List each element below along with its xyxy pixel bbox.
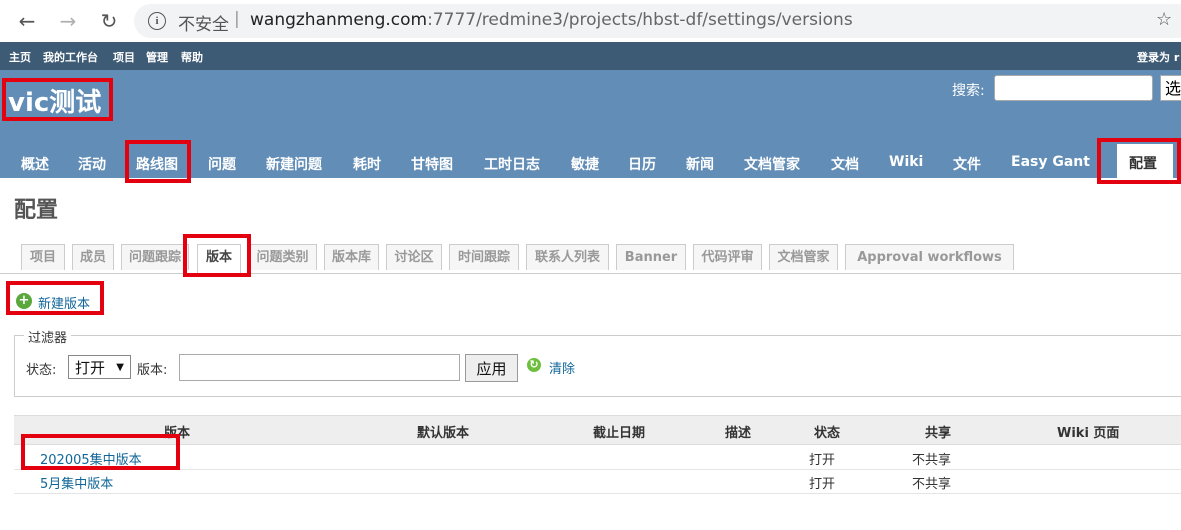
reload-icon[interactable]: ↻ xyxy=(96,8,122,34)
top-menu-help[interactable]: 帮助 xyxy=(181,49,203,65)
info-icon[interactable]: i xyxy=(148,12,166,30)
tab-calendar[interactable]: 日历 xyxy=(628,154,656,174)
tab-doc-manager[interactable]: 文档管家 xyxy=(744,154,800,174)
tab-new-issue[interactable]: 新建问题 xyxy=(266,154,322,174)
version-status: 打开 xyxy=(809,477,836,492)
status-filter-value: 打开 xyxy=(75,359,106,377)
column-sharing[interactable]: 共享 xyxy=(925,422,951,441)
settings-tabs: 项目 成员 问题跟踪 版本 问题类别 版本库 讨论区 时间跟踪 联系人列表 Ba… xyxy=(0,243,1181,274)
apply-button[interactable]: 应用 xyxy=(465,354,518,382)
column-status[interactable]: 状态 xyxy=(814,422,840,441)
settings-tab-approval-workflows[interactable]: Approval workflows xyxy=(845,244,1014,270)
forward-arrow-icon[interactable]: → xyxy=(55,8,81,34)
tab-issues[interactable]: 问题 xyxy=(208,154,236,174)
security-label: 不安全 xyxy=(178,15,229,35)
column-wiki-page[interactable]: Wiki 页面 xyxy=(1057,422,1119,441)
top-menu-projects[interactable]: 项目 xyxy=(113,49,135,65)
version-sharing: 不共享 xyxy=(912,453,952,468)
tab-files[interactable]: 文件 xyxy=(953,154,981,174)
tab-wiki[interactable]: Wiki xyxy=(889,154,923,170)
browser-toolbar: ← → ↻ i 不安全 | wangzhanmeng.com:7777/redm… xyxy=(0,0,1181,43)
url-text[interactable]: wangzhanmeng.com:7777/redmine3/projects/… xyxy=(250,10,853,30)
highlight-version-row xyxy=(21,434,180,470)
tab-documents[interactable]: 文档 xyxy=(831,154,859,174)
column-description[interactable]: 描述 xyxy=(725,422,751,441)
settings-tab-banner[interactable]: Banner xyxy=(616,244,686,270)
table-row: 5月集中版本 打开 不共享 xyxy=(14,469,1181,494)
version-filter-label: 版本: xyxy=(137,363,168,378)
version-link[interactable]: 5月集中版本 xyxy=(40,473,113,492)
search-scope-select[interactable]: 选 xyxy=(1160,75,1181,101)
settings-tab-time-tracking[interactable]: 时间跟踪 xyxy=(449,244,519,270)
table-header: 版本 默认版本 截止日期 描述 状态 共享 Wiki 页面 xyxy=(14,415,1181,445)
settings-tab-code-review[interactable]: 代码评审 xyxy=(693,244,762,270)
version-filter-input[interactable] xyxy=(179,354,460,381)
back-arrow-icon[interactable]: ← xyxy=(14,8,40,34)
url-separator: | xyxy=(234,9,240,29)
settings-tab-project[interactable]: 项目 xyxy=(21,244,65,270)
top-menu: 主页 我的工作台 项目 管理 帮助 登录为 r xyxy=(0,42,1181,70)
version-status: 打开 xyxy=(809,453,836,468)
highlight-project-title xyxy=(2,78,113,121)
column-due-date[interactable]: 截止日期 xyxy=(593,422,645,441)
tab-time-spent[interactable]: 耗时 xyxy=(353,154,381,174)
url-host: wangzhanmeng.com xyxy=(250,10,428,30)
filter-legend: 过滤器 xyxy=(24,327,72,346)
clear-filter-label: 清除 xyxy=(549,362,576,377)
settings-tab-doc-manager[interactable]: 文档管家 xyxy=(769,244,838,270)
column-default-version[interactable]: 默认版本 xyxy=(417,422,469,441)
settings-tab-forums[interactable]: 讨论区 xyxy=(386,244,442,270)
search-label: 搜索: xyxy=(952,83,985,99)
tab-agile[interactable]: 敏捷 xyxy=(571,154,599,174)
address-bar[interactable]: i 不安全 | wangzhanmeng.com:7777/redmine3/p… xyxy=(134,4,1181,38)
tab-overview[interactable]: 概述 xyxy=(21,154,49,174)
tab-news[interactable]: 新闻 xyxy=(686,154,714,174)
tab-gantt[interactable]: 甘特图 xyxy=(411,154,453,174)
top-menu-my-page[interactable]: 我的工作台 xyxy=(43,49,98,65)
tab-activity[interactable]: 活动 xyxy=(78,154,106,174)
top-menu-home[interactable]: 主页 xyxy=(9,49,31,65)
status-filter-label: 状态: xyxy=(26,363,57,378)
version-sharing: 不共享 xyxy=(912,477,952,492)
url-path: :7777/redmine3/projects/hbst-df/settings… xyxy=(427,10,853,30)
tab-easy-gantt[interactable]: Easy Gant xyxy=(1011,154,1090,170)
highlight-versions-tab xyxy=(183,234,251,277)
bookmark-star-icon[interactable]: ☆ xyxy=(1156,9,1172,30)
highlight-new-version xyxy=(6,281,104,315)
highlight-settings-tab xyxy=(1097,138,1181,184)
highlight-roadmap-tab xyxy=(125,140,191,183)
page-title: 配置 xyxy=(14,198,59,223)
status-filter-select[interactable]: 打开 ▼ xyxy=(68,355,131,379)
logged-as-label[interactable]: 登录为 r xyxy=(1137,49,1179,65)
top-menu-admin[interactable]: 管理 xyxy=(146,49,168,65)
settings-tab-repository[interactable]: 版本库 xyxy=(324,244,379,270)
search-input[interactable] xyxy=(994,75,1153,101)
settings-tab-issue-categories[interactable]: 问题类别 xyxy=(248,244,317,270)
dropdown-arrow-icon: ▼ xyxy=(116,362,124,373)
table-row: 202005集中版本 打开 不共享 xyxy=(14,445,1181,470)
tab-worklog[interactable]: 工时日志 xyxy=(484,154,540,174)
settings-tab-members[interactable]: 成员 xyxy=(72,244,114,270)
settings-tab-trackers[interactable]: 问题跟踪 xyxy=(121,244,189,270)
settings-tab-contacts[interactable]: 联系人列表 xyxy=(526,244,609,270)
reload-icon: ↻ xyxy=(527,358,541,372)
